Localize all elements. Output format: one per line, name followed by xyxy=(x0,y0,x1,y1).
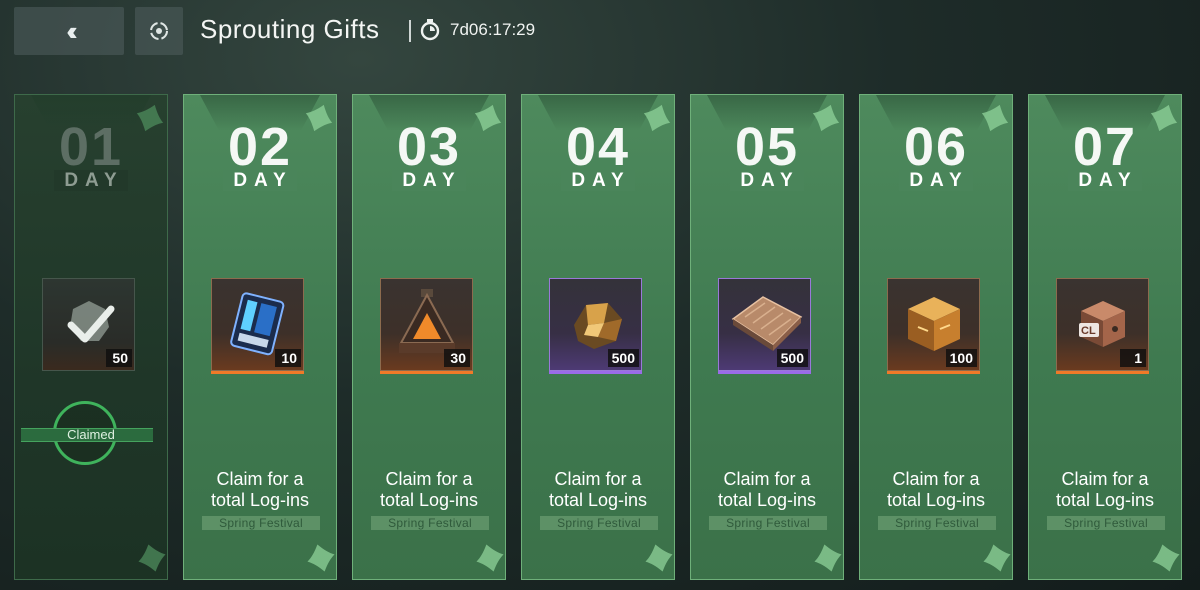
claim-condition: Claim for a total Log-ins xyxy=(1055,469,1155,510)
festival-tag: Spring Festival xyxy=(202,516,320,530)
day-card-02[interactable]: 02 DAY 10 Claim for a total Log-ins Spri… xyxy=(183,94,337,580)
day-card-06[interactable]: 06 DAY 100 Claim for a total Log-ins Spr… xyxy=(859,94,1013,580)
target-button[interactable] xyxy=(135,7,183,55)
day-card-01[interactable]: 01 DAY 50 Claimed xyxy=(14,94,168,580)
day-label: DAY xyxy=(522,170,674,191)
reward-quantity: 30 xyxy=(444,349,470,367)
reward-quantity: 100 xyxy=(945,349,977,367)
claim-condition: Claim for a total Log-ins xyxy=(548,469,648,510)
claim-condition: Claim for a total Log-ins xyxy=(210,469,310,510)
festival-tag: Spring Festival xyxy=(1047,516,1165,530)
target-icon xyxy=(150,22,168,40)
double-chevron-left-icon: ‹‹ xyxy=(66,15,78,46)
leaf-decoration-icon xyxy=(814,544,842,572)
title-divider xyxy=(409,20,411,42)
countdown-timer: 7d06:17:29 xyxy=(450,20,536,39)
festival-tag: Spring Festival xyxy=(371,516,489,530)
reward-slot[interactable]: 500 xyxy=(718,278,811,374)
day-label: DAY xyxy=(1029,170,1181,191)
claim-condition: Claim for a total Log-ins xyxy=(886,469,986,510)
back-button[interactable]: ‹‹ xyxy=(14,7,124,55)
reward-slot[interactable]: 30 xyxy=(380,278,473,374)
day-label: DAY xyxy=(353,170,505,191)
reward-slot[interactable]: 100 xyxy=(887,278,980,374)
day-label: DAY xyxy=(15,170,167,191)
reward-slot[interactable]: 500 xyxy=(549,278,642,374)
day-card-03[interactable]: 03 DAY 30 Claim for a total Log-ins Spri… xyxy=(352,94,506,580)
leaf-decoration-icon xyxy=(307,544,335,572)
reward-slot[interactable]: 50 xyxy=(42,278,135,371)
festival-tag: Spring Festival xyxy=(540,516,658,530)
leaf-decoration-icon xyxy=(645,544,673,572)
login-reward-cards: 01 DAY 50 Claimed 02 DAY 10 Claim for a … xyxy=(14,94,1186,580)
reward-quantity: 1 xyxy=(1120,349,1146,367)
claim-condition: Claim for a total Log-ins xyxy=(379,469,479,510)
day-card-07[interactable]: 07 DAY CL 1 Claim for a total Log-ins Sp… xyxy=(1028,94,1182,580)
leaf-decoration-icon xyxy=(476,544,504,572)
leaf-decoration-icon xyxy=(138,544,166,572)
claimed-status: Claimed xyxy=(67,427,115,442)
reward-slot[interactable]: CL 1 xyxy=(1056,278,1149,374)
day-label: DAY xyxy=(184,170,336,191)
reward-quantity: 500 xyxy=(607,349,639,367)
page-title: Sprouting Gifts xyxy=(200,14,380,44)
leaf-decoration-icon xyxy=(1152,544,1180,572)
top-bar: ‹‹ Sprouting Gifts 7d06:17:29 xyxy=(0,0,1200,62)
festival-tag: Spring Festival xyxy=(709,516,827,530)
festival-tag: Spring Festival xyxy=(878,516,996,530)
leaf-decoration-icon xyxy=(983,544,1011,572)
day-label: DAY xyxy=(691,170,843,191)
reward-quantity: 500 xyxy=(776,349,808,367)
day-card-05[interactable]: 05 DAY 500 Claim for a total Log-ins Spr… xyxy=(690,94,844,580)
day-card-04[interactable]: 04 DAY 500 Claim for a total Log-ins Spr… xyxy=(521,94,675,580)
reward-slot[interactable]: 10 xyxy=(211,278,304,374)
svg-text:CL: CL xyxy=(1081,325,1096,337)
stopwatch-icon xyxy=(420,19,440,41)
claim-condition: Claim for a total Log-ins xyxy=(717,469,817,510)
reward-quantity: 50 xyxy=(106,349,132,367)
reward-quantity: 10 xyxy=(275,349,301,367)
day-label: DAY xyxy=(860,170,1012,191)
